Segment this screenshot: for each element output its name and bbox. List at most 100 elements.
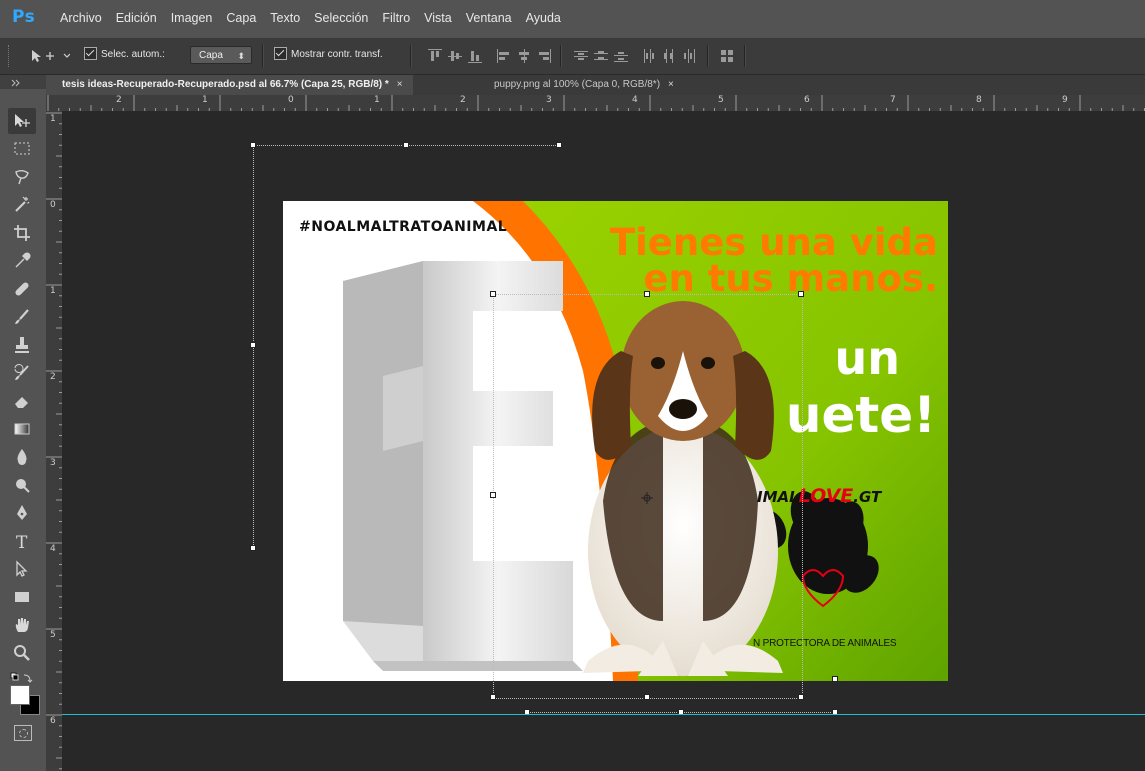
- transform-handle[interactable]: [798, 291, 804, 297]
- photoshop-logo: Ps: [12, 7, 36, 27]
- transform-handle[interactable]: [490, 492, 496, 498]
- ruler-number: 4: [50, 544, 56, 554]
- align-right-icon[interactable]: [537, 49, 551, 63]
- eyedropper-tool-icon[interactable]: [8, 248, 36, 274]
- tools-panel-header[interactable]: [0, 75, 46, 89]
- hand-tool-icon[interactable]: [8, 612, 36, 638]
- close-icon[interactable]: ×: [397, 79, 403, 90]
- menu-filtro[interactable]: Filtro: [382, 11, 410, 25]
- foreground-color-swatch[interactable]: [10, 685, 30, 705]
- tab-tesis-ideas[interactable]: tesis ideas-Recuperado-Recuperado.psd al…: [46, 75, 413, 95]
- show-transform-checkbox[interactable]: [274, 47, 287, 60]
- ruler-number: 1: [202, 95, 208, 105]
- menu-imagen[interactable]: Imagen: [171, 11, 213, 25]
- quick-mask-icon[interactable]: [14, 725, 32, 741]
- separator: [410, 45, 412, 67]
- reference-point-icon[interactable]: [641, 489, 653, 508]
- poster-big-text-line: un: [834, 331, 901, 385]
- brand-love-text: LOVE: [798, 485, 854, 507]
- dodge-tool-icon[interactable]: [8, 472, 36, 498]
- transform-handle[interactable]: [832, 676, 838, 682]
- rectangle-tool-icon[interactable]: [8, 584, 36, 610]
- ruler-number: 3: [50, 458, 56, 468]
- marquee-tool-icon[interactable]: [8, 136, 36, 162]
- tools-panel: T: [0, 75, 47, 771]
- show-transform-label: Mostrar contr. transf.: [291, 49, 383, 61]
- transform-handle[interactable]: [490, 694, 496, 700]
- ruler-number: 5: [50, 630, 56, 640]
- menu-edicion[interactable]: Edición: [116, 11, 157, 25]
- align-hcenter-icon[interactable]: [517, 49, 531, 63]
- menu-capa[interactable]: Capa: [226, 11, 256, 25]
- gradient-tool-icon[interactable]: [8, 416, 36, 442]
- distribute-right-icon[interactable]: [682, 49, 696, 63]
- distribute-bottom-icon[interactable]: [614, 49, 628, 63]
- ruler-number: 0: [288, 95, 294, 105]
- show-transform-option[interactable]: Mostrar contr. transf.: [274, 47, 383, 61]
- align-vcenter-icon[interactable]: [448, 49, 462, 63]
- healing-brush-tool-icon[interactable]: [8, 276, 36, 302]
- crop-tool-icon[interactable]: [8, 220, 36, 246]
- poster-big-text-line: uete!: [785, 386, 936, 444]
- align-top-icon[interactable]: [428, 49, 442, 63]
- transform-handle[interactable]: [644, 291, 650, 297]
- transform-handle[interactable]: [490, 291, 496, 297]
- separator: [560, 45, 562, 67]
- auto-align-layers-icon[interactable]: [720, 49, 734, 63]
- ruler-number: 3: [546, 95, 552, 105]
- menu-texto[interactable]: Texto: [270, 11, 300, 25]
- transform-handle[interactable]: [556, 142, 562, 148]
- ruler-number: 2: [50, 372, 56, 382]
- menu-archivo[interactable]: Archivo: [60, 11, 102, 25]
- align-bottom-icon[interactable]: [468, 49, 482, 63]
- canvas-area[interactable]: #NOALMALTRATOANIMAL Tienes una vida en t…: [62, 111, 1145, 771]
- options-bar: Selec. autom.: Capa ⬍ Mostrar contr. tra…: [0, 39, 1145, 75]
- horizontal-ruler[interactable]: 2 1 0 1 2 3 4 5 6 7 8 9: [46, 95, 1145, 112]
- ruler-number: 1: [374, 95, 380, 105]
- magic-wand-tool-icon[interactable]: [8, 192, 36, 218]
- transform-handle[interactable]: [250, 142, 256, 148]
- menu-ventana[interactable]: Ventana: [466, 11, 512, 25]
- auto-select-checkbox[interactable]: [84, 47, 97, 60]
- menu-ayuda[interactable]: Ayuda: [526, 11, 561, 25]
- brush-tool-icon[interactable]: [8, 304, 36, 330]
- brand-text: .GT: [853, 488, 882, 506]
- ruler-number: 8: [976, 95, 982, 105]
- transform-handle[interactable]: [250, 342, 256, 348]
- auto-select-target-dropdown[interactable]: Capa ⬍: [190, 46, 252, 64]
- blur-tool-icon[interactable]: [8, 444, 36, 470]
- distribute-left-icon[interactable]: [642, 49, 656, 63]
- transform-handle[interactable]: [644, 694, 650, 700]
- horizontal-guide[interactable]: [62, 714, 1145, 715]
- transform-handle[interactable]: [403, 142, 409, 148]
- distribute-top-icon[interactable]: [574, 49, 588, 63]
- pen-tool-icon[interactable]: [8, 500, 36, 526]
- document-tabs: tesis ideas-Recuperado-Recuperado.psd al…: [46, 75, 1145, 96]
- zoom-tool-icon[interactable]: [8, 640, 36, 666]
- lasso-tool-icon[interactable]: [8, 164, 36, 190]
- clone-stamp-tool-icon[interactable]: [8, 332, 36, 358]
- auto-select-target-value: Capa: [199, 50, 223, 61]
- align-left-icon[interactable]: [497, 49, 511, 63]
- distribute-hcenter-icon[interactable]: [662, 49, 676, 63]
- move-tool-preset-icon[interactable]: [30, 48, 71, 68]
- tab-puppy[interactable]: puppy.png al 100% (Capa 0, RGB/8*) ×: [478, 75, 684, 95]
- type-tool-icon[interactable]: T: [8, 528, 36, 554]
- transform-handle[interactable]: [798, 694, 804, 700]
- move-tool-icon[interactable]: [8, 108, 36, 134]
- transform-handle[interactable]: [250, 545, 256, 551]
- ruler-number: 5: [718, 95, 724, 105]
- menu-vista[interactable]: Vista: [424, 11, 452, 25]
- distribute-vcenter-icon[interactable]: [594, 49, 608, 63]
- options-bar-grip[interactable]: [8, 45, 12, 67]
- close-icon[interactable]: ×: [668, 79, 674, 90]
- vertical-ruler[interactable]: 1 0 1 2 3 4 5 6: [46, 111, 63, 771]
- menu-seleccion[interactable]: Selección: [314, 11, 368, 25]
- auto-select-option[interactable]: Selec. autom.:: [84, 47, 165, 61]
- ruler-number: 4: [632, 95, 638, 105]
- path-selection-tool-icon[interactable]: [8, 556, 36, 582]
- history-brush-tool-icon[interactable]: [8, 360, 36, 386]
- eraser-tool-icon[interactable]: [8, 388, 36, 414]
- menu-bar: Ps Archivo Edición Imagen Capa Texto Sel…: [0, 0, 1145, 39]
- ruler-number: 1: [50, 286, 56, 296]
